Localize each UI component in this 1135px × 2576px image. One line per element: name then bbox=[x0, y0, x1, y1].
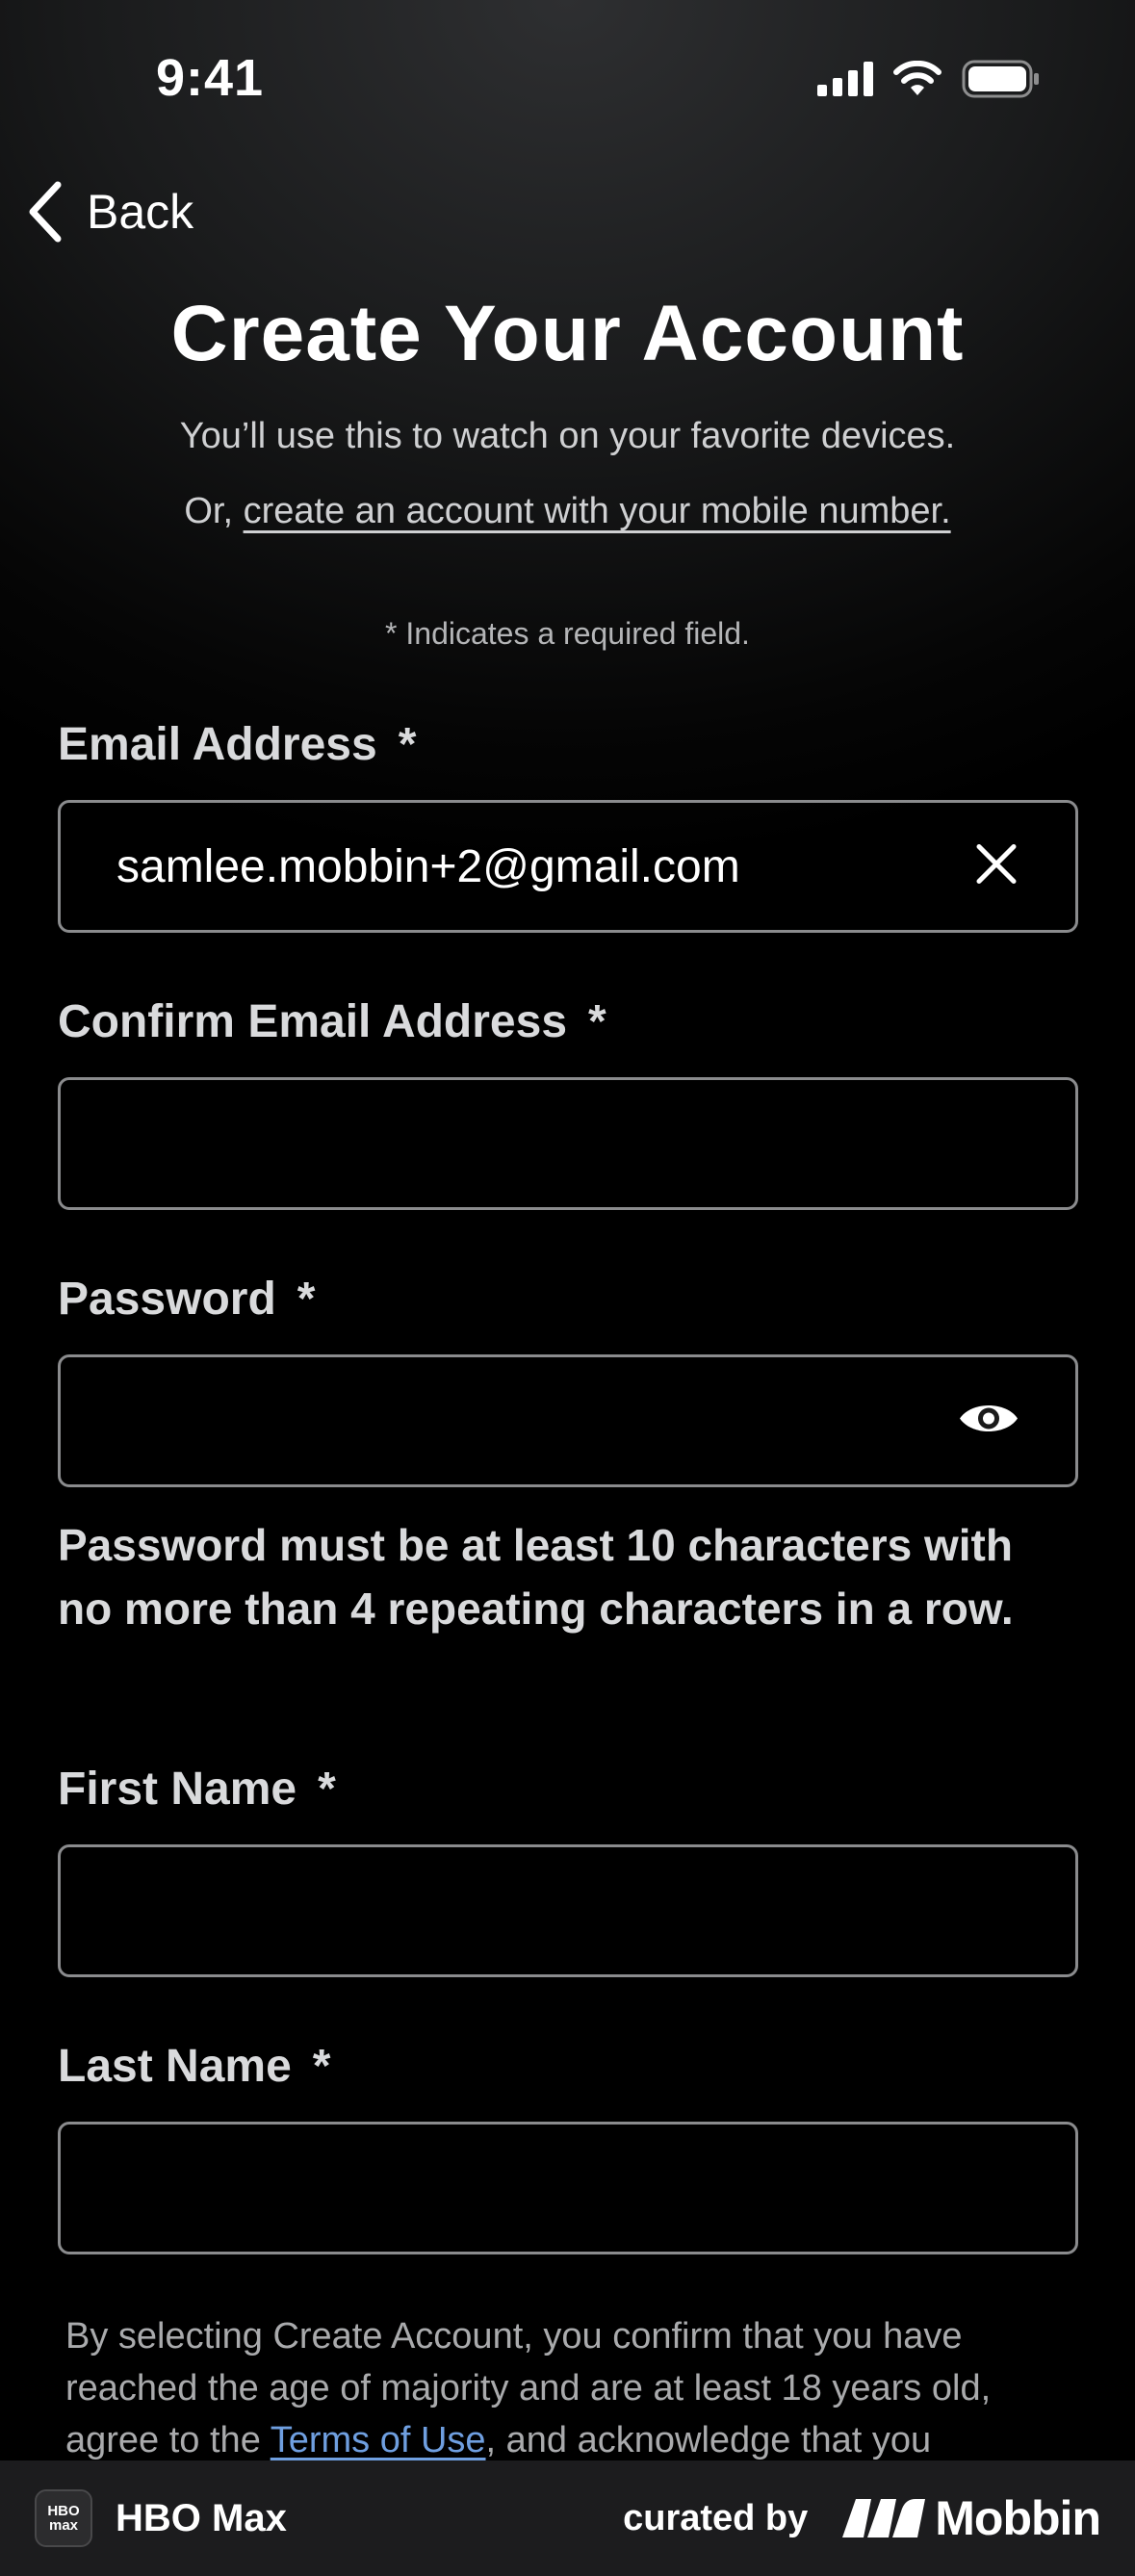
required-field-note: * Indicates a required field. bbox=[385, 616, 750, 651]
back-button[interactable]: Back bbox=[25, 181, 193, 243]
battery-icon bbox=[962, 60, 1039, 98]
email-value: samlee.mobbin+2@gmail.com bbox=[116, 840, 740, 892]
required-star: * bbox=[312, 2041, 331, 2092]
password-label: Password * bbox=[58, 1273, 315, 1326]
mobbin-logo: Mobbin bbox=[842, 2490, 1101, 2546]
confirm-email-label: Confirm Email Address * bbox=[58, 995, 606, 1048]
curated-by-label: curated by bbox=[623, 2497, 809, 2538]
confirm-email-field[interactable] bbox=[58, 1077, 1078, 1210]
required-star: * bbox=[297, 1274, 316, 1325]
hbo-max-app-icon: HBO max bbox=[35, 2489, 92, 2547]
mobile-signup-link[interactable]: create an account with your mobile numbe… bbox=[244, 491, 951, 531]
last-name-field[interactable] bbox=[58, 2122, 1078, 2254]
mobbin-mark-icon bbox=[842, 2499, 926, 2537]
confirm-email-label-text: Confirm Email Address bbox=[58, 996, 568, 1047]
legal-suffix: , and acknowledge that you bbox=[485, 2420, 932, 2460]
required-star: * bbox=[318, 1764, 336, 1815]
cellular-signal-icon bbox=[817, 62, 873, 96]
wifi-icon bbox=[893, 61, 942, 95]
required-star: * bbox=[588, 996, 606, 1047]
first-name-label: First Name * bbox=[58, 1763, 336, 1816]
app-name: HBO Max bbox=[116, 2496, 287, 2539]
page-subtitle: You’ll use this to watch on your favorit… bbox=[179, 416, 956, 456]
first-name-field[interactable] bbox=[58, 1844, 1078, 1977]
status-icons bbox=[817, 60, 1041, 98]
status-time: 9:41 bbox=[156, 49, 265, 107]
email-label-text: Email Address bbox=[58, 719, 377, 770]
terms-of-use-link[interactable]: Terms of Use bbox=[271, 2420, 486, 2460]
last-name-label: Last Name * bbox=[58, 2040, 330, 2093]
email-label: Email Address * bbox=[58, 718, 416, 771]
password-field[interactable] bbox=[58, 1354, 1078, 1487]
chevron-left-icon bbox=[29, 181, 62, 243]
required-star: * bbox=[398, 719, 417, 770]
mobbin-brand: Mobbin bbox=[935, 2491, 1101, 2545]
legal-text: By selecting Create Account, you confirm… bbox=[65, 2310, 1086, 2466]
clear-icon[interactable] bbox=[973, 841, 1019, 892]
show-password-eye-icon[interactable] bbox=[958, 1400, 1019, 1443]
password-label-text: Password bbox=[58, 1274, 276, 1325]
footer-bar: HBO max HBO Max curated by Mobbin bbox=[0, 2460, 1135, 2576]
alt-signup-line: Or, create an account with your mobile n… bbox=[0, 491, 1135, 532]
page-title: Create Your Account bbox=[170, 290, 965, 377]
alt-signup-prefix: Or, bbox=[184, 491, 244, 531]
first-name-label-text: First Name bbox=[58, 1764, 297, 1815]
last-name-label-text: Last Name bbox=[58, 2041, 292, 2092]
password-hint: Password must be at least 10 characters … bbox=[58, 1520, 1014, 1634]
back-label: Back bbox=[87, 185, 194, 239]
email-field[interactable]: samlee.mobbin+2@gmail.com bbox=[58, 800, 1078, 933]
app-logo-text: HBO max bbox=[47, 2503, 80, 2534]
